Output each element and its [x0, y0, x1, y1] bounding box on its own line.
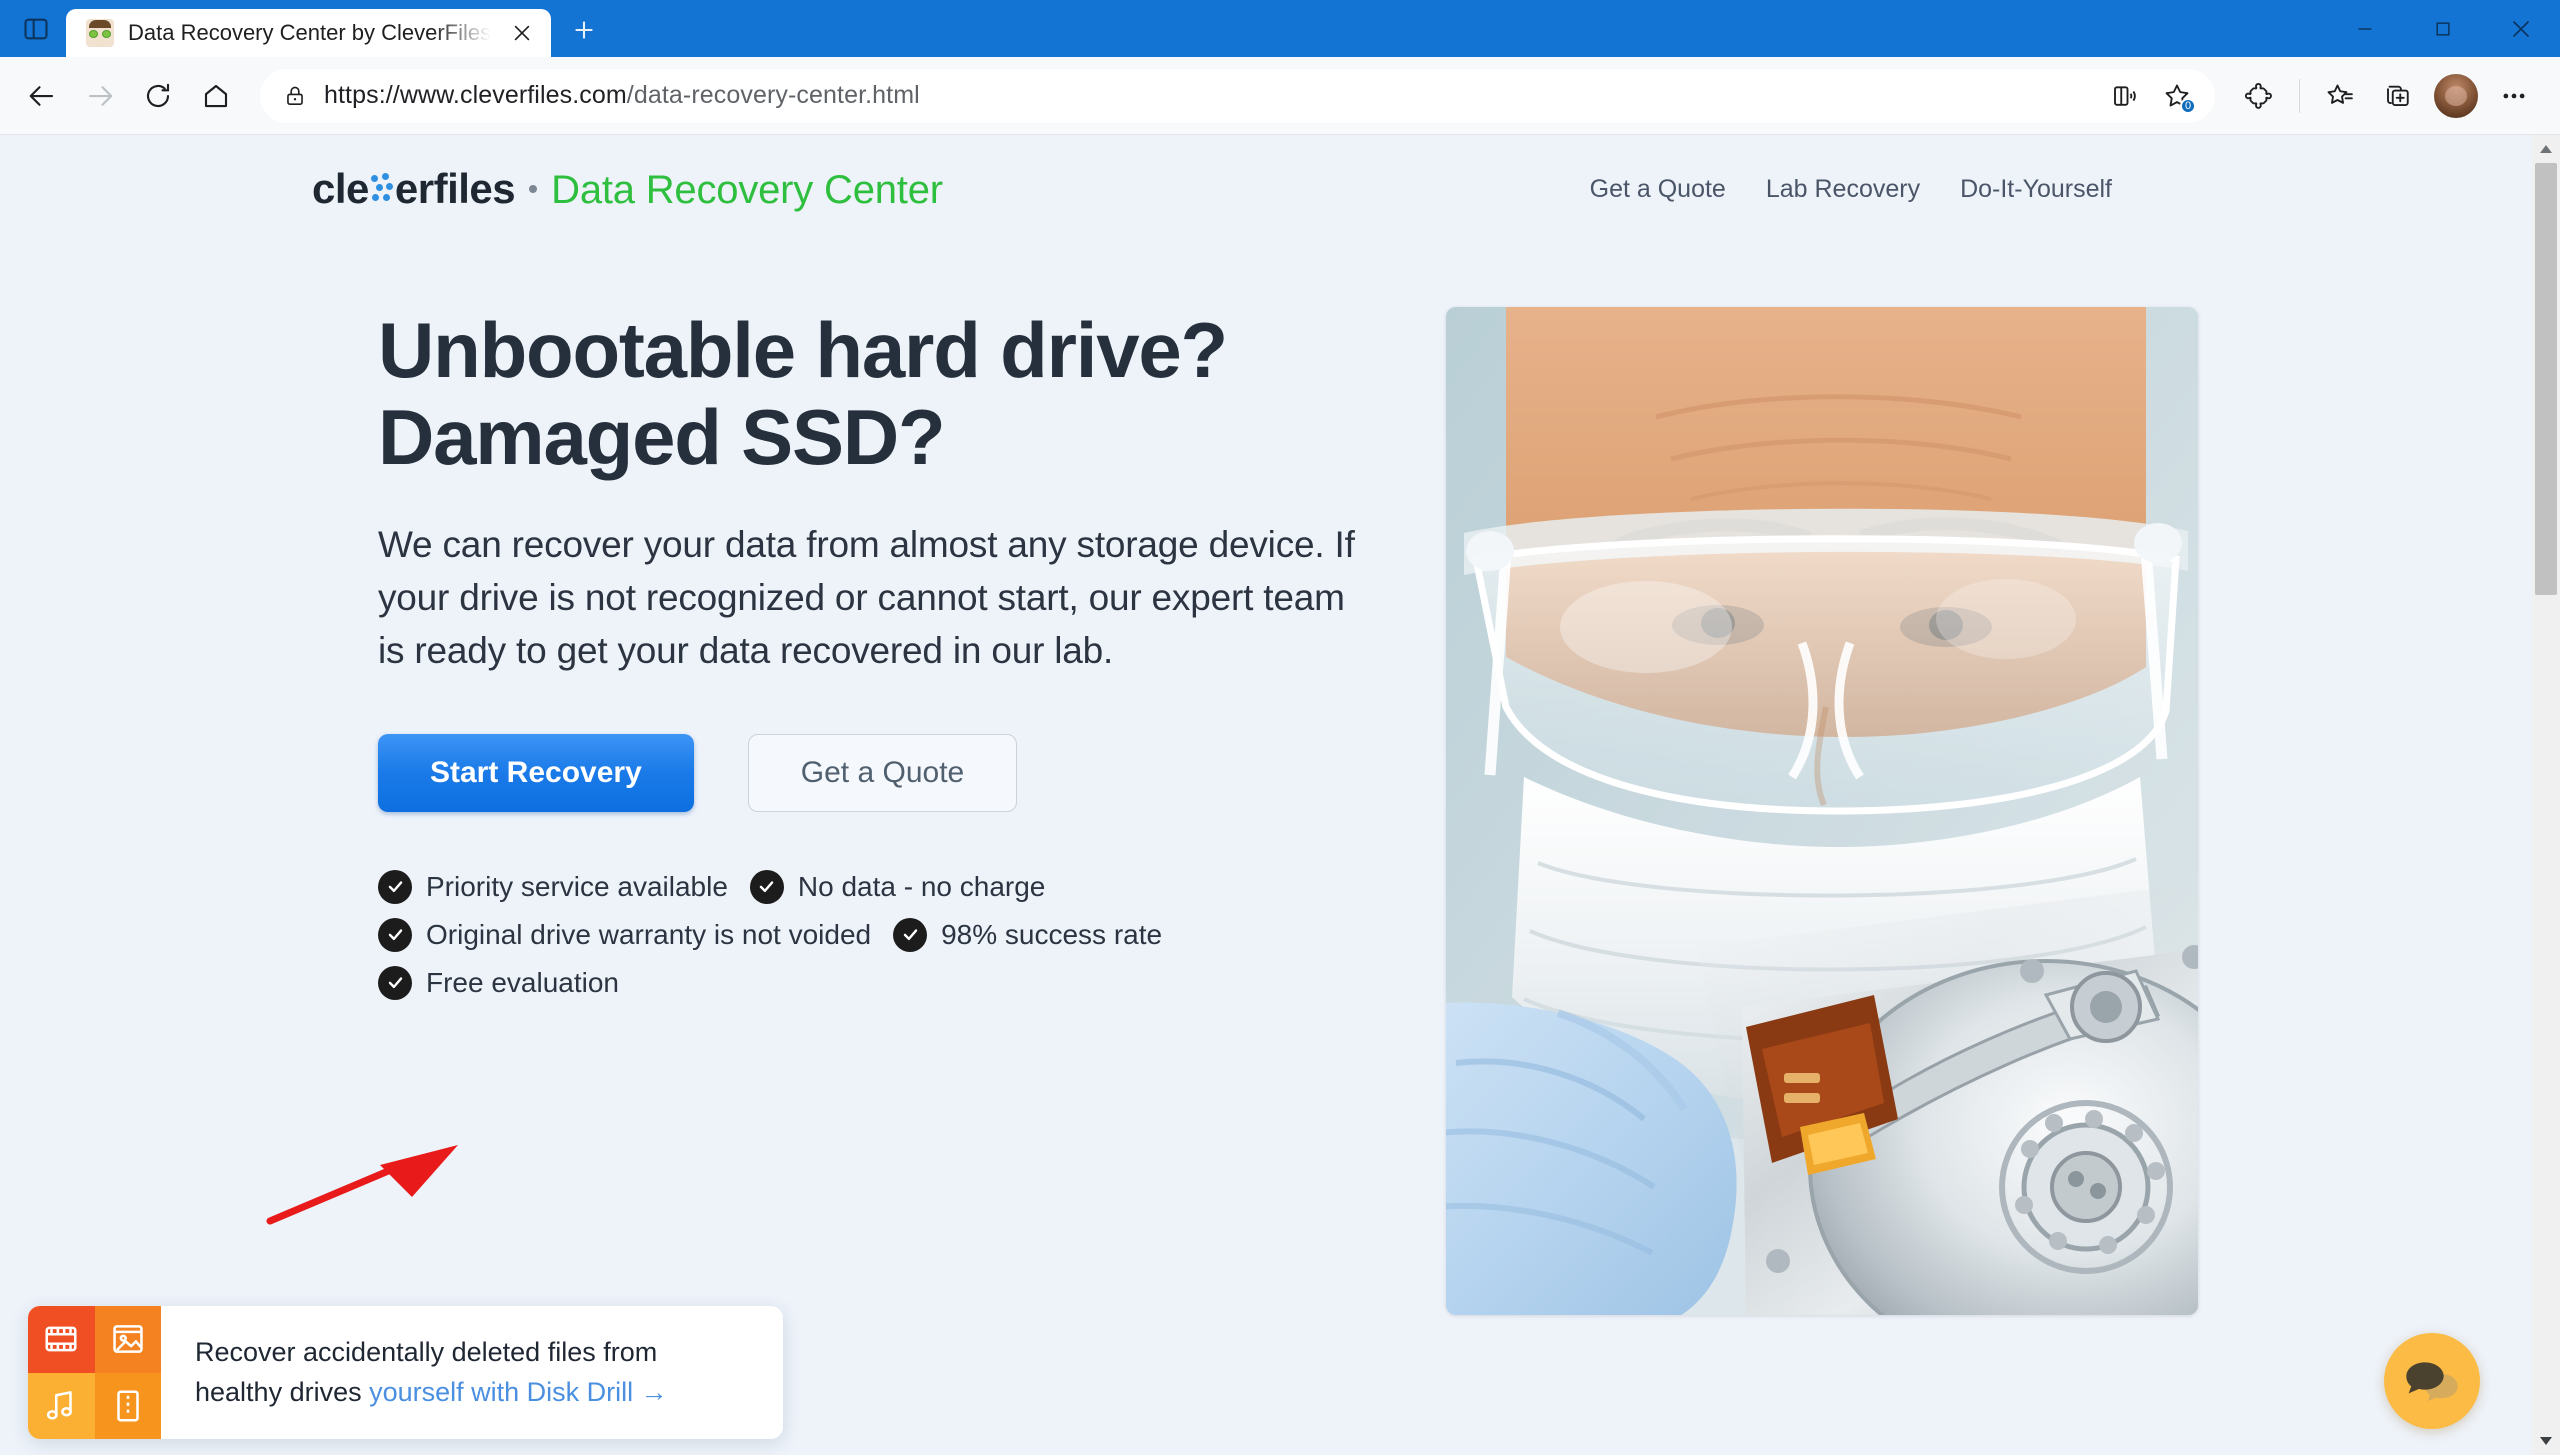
maximize-icon[interactable] [2404, 0, 2482, 57]
url-path: /data-recovery-center.html [626, 81, 920, 109]
favorites-star-icon[interactable] [2312, 68, 2368, 124]
feature-item: Priority service available [378, 869, 728, 904]
audio-file-icon [28, 1372, 95, 1439]
tab-title: Data Recovery Center by CleverFiles [128, 20, 492, 45]
page-viewport: cle erfiles Data Recovery Center Get a Qu… [0, 135, 2560, 1455]
close-icon[interactable] [505, 16, 539, 50]
hero-section: Unbootable hard drive? Damaged SSD? We c… [0, 243, 2532, 1315]
feature-label: Priority service available [426, 870, 728, 902]
promo-text: Recover accidentally deleted files from … [195, 1333, 668, 1411]
promo-line1: Recover accidentally deleted files from [195, 1337, 658, 1368]
extensions-puzzle-icon[interactable] [2231, 68, 2287, 124]
image-file-icon [94, 1306, 161, 1373]
address-bar-actions: 0 [2101, 72, 2207, 120]
feature-label: No data - no charge [797, 870, 1046, 902]
promo-tiles-icon [28, 1306, 161, 1439]
site-logo[interactable]: cle erfiles Data Recovery Center [312, 165, 943, 213]
check-icon [749, 869, 784, 904]
nav-link-do-it-yourself[interactable]: Do-It-Yourself [1960, 175, 2112, 204]
add-to-favorites-icon[interactable]: 0 [2153, 72, 2201, 120]
disk-drill-promo-toast[interactable]: Recover accidentally deleted files from … [28, 1306, 783, 1439]
browser-title-bar: Data Recovery Center by CleverFiles [0, 0, 2560, 57]
url-host: https://www.cleverfiles.com [324, 81, 627, 109]
lock-icon [282, 83, 308, 109]
scroll-down-arrow[interactable] [2532, 1427, 2560, 1455]
minimize-icon[interactable] [2326, 0, 2404, 57]
scrollbar-thumb[interactable] [2535, 163, 2557, 595]
check-icon [378, 965, 412, 1000]
page-title: Unbootable hard drive? Damaged SSD? [378, 306, 1228, 482]
read-aloud-icon[interactable] [2101, 72, 2149, 120]
check-icon [378, 917, 412, 952]
page-scrollbar[interactable] [2532, 135, 2560, 1455]
get-a-quote-button[interactable]: Get a Quote [747, 733, 1018, 812]
address-bar-url: https://www.cleverfiles.com/data-recover… [324, 81, 2085, 110]
scrollbar-track[interactable] [2532, 163, 2560, 1427]
nav-link-lab-recovery[interactable]: Lab Recovery [1766, 175, 1920, 204]
chat-bubbles-icon [2406, 1362, 2458, 1402]
hero-content: Unbootable hard drive? Damaged SSD? We c… [366, 306, 1366, 1014]
scroll-up-arrow[interactable] [2532, 135, 2560, 163]
hero-paragraph: We can recover your data from almost any… [378, 523, 1355, 672]
reload-icon[interactable] [130, 68, 186, 124]
browser-toolbar: https://www.cleverfiles.com/data-recover… [0, 57, 2560, 135]
window-close-icon[interactable] [2482, 0, 2560, 57]
start-recovery-button[interactable]: Start Recovery [378, 733, 694, 812]
document-file-icon [94, 1372, 161, 1439]
new-tab-button[interactable] [561, 7, 607, 53]
feature-item: 98% success rate [893, 917, 1163, 952]
tab-favicon-icon [86, 19, 114, 47]
site-nav: Get a Quote Lab Recovery Do-It-Yourself [1590, 175, 2112, 204]
feature-label: Free evaluation [426, 966, 620, 998]
video-file-icon [28, 1306, 95, 1373]
feature-item: No data - no charge [749, 869, 1046, 904]
promo-body: Recover accidentally deleted files from … [161, 1306, 783, 1439]
collections-icon[interactable] [2370, 68, 2426, 124]
web-page: cle erfiles Data Recovery Center Get a Qu… [0, 135, 2532, 1455]
nav-link-get-a-quote[interactable]: Get a Quote [1590, 175, 1726, 204]
feature-label: Original drive warranty is not voided [426, 918, 872, 950]
check-icon [893, 917, 928, 952]
browser-tab[interactable]: Data Recovery Center by CleverFiles [66, 9, 552, 57]
tab-actions-icon[interactable] [14, 7, 58, 51]
back-arrow-icon[interactable] [14, 68, 70, 124]
feature-list: Priority service available No data - no … [378, 869, 1338, 1000]
site-header: cle erfiles Data Recovery Center Get a Qu… [0, 135, 2532, 243]
profile-avatar[interactable] [2434, 73, 2478, 118]
feature-row: Free evaluation [378, 965, 1338, 1000]
hero-photo [1446, 307, 2198, 1315]
window-controls [2326, 0, 2560, 57]
feature-row: Priority service available No data - no … [378, 869, 1338, 904]
address-bar[interactable]: https://www.cleverfiles.com/data-recover… [260, 68, 2215, 123]
feature-row: Original drive warranty is not voided 98… [378, 917, 1338, 952]
disk-drill-link[interactable]: yourself with Disk Drill → [369, 1377, 668, 1407]
check-icon [378, 869, 412, 904]
chat-support-button[interactable] [2384, 1333, 2480, 1429]
hero-cta-group: Start Recovery Get a Quote [378, 733, 1366, 812]
feature-item: Original drive warranty is not voided [378, 917, 872, 952]
brand-subtitle: Data Recovery Center [551, 168, 943, 212]
toolbar-divider [2299, 78, 2300, 113]
forward-arrow-icon [72, 68, 128, 124]
home-icon[interactable] [188, 68, 244, 124]
feature-label: 98% success rate [941, 918, 1163, 950]
brand-wordmark: cle erfiles [312, 165, 516, 212]
feature-item: Free evaluation [378, 965, 620, 1000]
more-options-icon[interactable] [2486, 68, 2542, 124]
favorites-badge: 0 [2180, 97, 2196, 114]
technician-photo-illustration [1446, 307, 2198, 1315]
promo-line2-prefix: healthy drives [195, 1376, 370, 1407]
logo-dots-icon [369, 173, 395, 203]
brand-separator-dot [529, 185, 538, 193]
browser-window: Data Recovery Center by CleverFiles http… [0, 0, 2560, 1455]
